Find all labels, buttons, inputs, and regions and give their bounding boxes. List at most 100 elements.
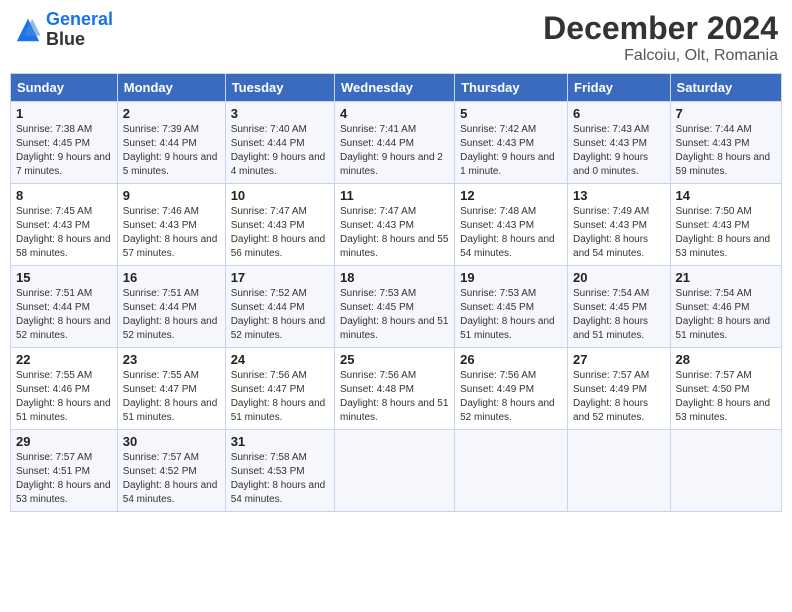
day-info: Sunrise: 7:47 AM Sunset: 4:43 PM Dayligh… bbox=[231, 205, 329, 261]
day-info: Sunrise: 7:47 AM Sunset: 4:43 PM Dayligh… bbox=[340, 205, 449, 261]
week-row-5: 29 Sunrise: 7:57 AM Sunset: 4:51 PM Dayl… bbox=[11, 430, 782, 512]
calendar-cell: 9 Sunrise: 7:46 AM Sunset: 4:43 PM Dayli… bbox=[117, 184, 225, 266]
calendar-cell: 31 Sunrise: 7:58 AM Sunset: 4:53 PM Dayl… bbox=[225, 430, 334, 512]
day-info: Sunrise: 7:54 AM Sunset: 4:46 PM Dayligh… bbox=[676, 287, 776, 343]
day-number: 11 bbox=[340, 188, 449, 203]
day-info: Sunrise: 7:56 AM Sunset: 4:49 PM Dayligh… bbox=[460, 369, 562, 425]
calendar-cell: 10 Sunrise: 7:47 AM Sunset: 4:43 PM Dayl… bbox=[225, 184, 334, 266]
day-info: Sunrise: 7:43 AM Sunset: 4:43 PM Dayligh… bbox=[573, 123, 665, 179]
header-wednesday: Wednesday bbox=[335, 74, 455, 102]
calendar-cell: 8 Sunrise: 7:45 AM Sunset: 4:43 PM Dayli… bbox=[11, 184, 118, 266]
calendar-cell: 1 Sunrise: 7:38 AM Sunset: 4:45 PM Dayli… bbox=[11, 102, 118, 184]
day-info: Sunrise: 7:53 AM Sunset: 4:45 PM Dayligh… bbox=[460, 287, 562, 343]
title-block: December 2024 Falcoiu, Olt, Romania bbox=[543, 10, 778, 65]
day-info: Sunrise: 7:51 AM Sunset: 4:44 PM Dayligh… bbox=[16, 287, 112, 343]
day-info: Sunrise: 7:48 AM Sunset: 4:43 PM Dayligh… bbox=[460, 205, 562, 261]
day-number: 2 bbox=[123, 106, 220, 121]
day-info: Sunrise: 7:54 AM Sunset: 4:45 PM Dayligh… bbox=[573, 287, 665, 343]
calendar-cell: 29 Sunrise: 7:57 AM Sunset: 4:51 PM Dayl… bbox=[11, 430, 118, 512]
day-number: 29 bbox=[16, 434, 112, 449]
day-number: 25 bbox=[340, 352, 449, 367]
calendar-title: December 2024 bbox=[543, 10, 778, 47]
calendar-cell: 21 Sunrise: 7:54 AM Sunset: 4:46 PM Dayl… bbox=[670, 266, 781, 348]
calendar-cell: 18 Sunrise: 7:53 AM Sunset: 4:45 PM Dayl… bbox=[335, 266, 455, 348]
calendar-cell: 6 Sunrise: 7:43 AM Sunset: 4:43 PM Dayli… bbox=[568, 102, 671, 184]
calendar-cell bbox=[455, 430, 568, 512]
calendar-cell bbox=[335, 430, 455, 512]
day-number: 9 bbox=[123, 188, 220, 203]
day-number: 6 bbox=[573, 106, 665, 121]
calendar-cell: 23 Sunrise: 7:55 AM Sunset: 4:47 PM Dayl… bbox=[117, 348, 225, 430]
day-info: Sunrise: 7:57 AM Sunset: 4:52 PM Dayligh… bbox=[123, 451, 220, 507]
calendar-cell: 11 Sunrise: 7:47 AM Sunset: 4:43 PM Dayl… bbox=[335, 184, 455, 266]
calendar-cell: 26 Sunrise: 7:56 AM Sunset: 4:49 PM Dayl… bbox=[455, 348, 568, 430]
day-number: 30 bbox=[123, 434, 220, 449]
day-number: 8 bbox=[16, 188, 112, 203]
day-number: 22 bbox=[16, 352, 112, 367]
week-row-2: 8 Sunrise: 7:45 AM Sunset: 4:43 PM Dayli… bbox=[11, 184, 782, 266]
day-number: 17 bbox=[231, 270, 329, 285]
header-monday: Monday bbox=[117, 74, 225, 102]
day-info: Sunrise: 7:42 AM Sunset: 4:43 PM Dayligh… bbox=[460, 123, 562, 179]
day-info: Sunrise: 7:44 AM Sunset: 4:43 PM Dayligh… bbox=[676, 123, 776, 179]
day-number: 31 bbox=[231, 434, 329, 449]
day-info: Sunrise: 7:45 AM Sunset: 4:43 PM Dayligh… bbox=[16, 205, 112, 261]
day-info: Sunrise: 7:50 AM Sunset: 4:43 PM Dayligh… bbox=[676, 205, 776, 261]
header-tuesday: Tuesday bbox=[225, 74, 334, 102]
day-info: Sunrise: 7:56 AM Sunset: 4:47 PM Dayligh… bbox=[231, 369, 329, 425]
day-info: Sunrise: 7:57 AM Sunset: 4:50 PM Dayligh… bbox=[676, 369, 776, 425]
day-info: Sunrise: 7:57 AM Sunset: 4:51 PM Dayligh… bbox=[16, 451, 112, 507]
calendar-cell: 24 Sunrise: 7:56 AM Sunset: 4:47 PM Dayl… bbox=[225, 348, 334, 430]
week-row-1: 1 Sunrise: 7:38 AM Sunset: 4:45 PM Dayli… bbox=[11, 102, 782, 184]
day-info: Sunrise: 7:57 AM Sunset: 4:49 PM Dayligh… bbox=[573, 369, 665, 425]
logo-icon bbox=[14, 16, 42, 44]
calendar-cell: 16 Sunrise: 7:51 AM Sunset: 4:44 PM Dayl… bbox=[117, 266, 225, 348]
calendar-cell: 20 Sunrise: 7:54 AM Sunset: 4:45 PM Dayl… bbox=[568, 266, 671, 348]
day-number: 12 bbox=[460, 188, 562, 203]
day-info: Sunrise: 7:39 AM Sunset: 4:44 PM Dayligh… bbox=[123, 123, 220, 179]
week-row-3: 15 Sunrise: 7:51 AM Sunset: 4:44 PM Dayl… bbox=[11, 266, 782, 348]
calendar-cell: 14 Sunrise: 7:50 AM Sunset: 4:43 PM Dayl… bbox=[670, 184, 781, 266]
calendar-cell: 2 Sunrise: 7:39 AM Sunset: 4:44 PM Dayli… bbox=[117, 102, 225, 184]
day-number: 13 bbox=[573, 188, 665, 203]
day-info: Sunrise: 7:46 AM Sunset: 4:43 PM Dayligh… bbox=[123, 205, 220, 261]
day-number: 7 bbox=[676, 106, 776, 121]
week-row-4: 22 Sunrise: 7:55 AM Sunset: 4:46 PM Dayl… bbox=[11, 348, 782, 430]
calendar-cell: 17 Sunrise: 7:52 AM Sunset: 4:44 PM Dayl… bbox=[225, 266, 334, 348]
day-number: 3 bbox=[231, 106, 329, 121]
day-info: Sunrise: 7:55 AM Sunset: 4:47 PM Dayligh… bbox=[123, 369, 220, 425]
day-number: 28 bbox=[676, 352, 776, 367]
day-info: Sunrise: 7:53 AM Sunset: 4:45 PM Dayligh… bbox=[340, 287, 449, 343]
day-info: Sunrise: 7:55 AM Sunset: 4:46 PM Dayligh… bbox=[16, 369, 112, 425]
calendar-cell: 5 Sunrise: 7:42 AM Sunset: 4:43 PM Dayli… bbox=[455, 102, 568, 184]
calendar-cell: 30 Sunrise: 7:57 AM Sunset: 4:52 PM Dayl… bbox=[117, 430, 225, 512]
day-info: Sunrise: 7:52 AM Sunset: 4:44 PM Dayligh… bbox=[231, 287, 329, 343]
calendar-cell: 15 Sunrise: 7:51 AM Sunset: 4:44 PM Dayl… bbox=[11, 266, 118, 348]
calendar-cell: 7 Sunrise: 7:44 AM Sunset: 4:43 PM Dayli… bbox=[670, 102, 781, 184]
day-info: Sunrise: 7:38 AM Sunset: 4:45 PM Dayligh… bbox=[16, 123, 112, 179]
day-number: 1 bbox=[16, 106, 112, 121]
header-friday: Friday bbox=[568, 74, 671, 102]
day-number: 18 bbox=[340, 270, 449, 285]
calendar-cell: 12 Sunrise: 7:48 AM Sunset: 4:43 PM Dayl… bbox=[455, 184, 568, 266]
day-number: 23 bbox=[123, 352, 220, 367]
calendar-cell bbox=[670, 430, 781, 512]
day-info: Sunrise: 7:58 AM Sunset: 4:53 PM Dayligh… bbox=[231, 451, 329, 507]
day-number: 10 bbox=[231, 188, 329, 203]
day-info: Sunrise: 7:40 AM Sunset: 4:44 PM Dayligh… bbox=[231, 123, 329, 179]
logo-text: General Blue bbox=[46, 10, 113, 50]
calendar-table: SundayMondayTuesdayWednesdayThursdayFrid… bbox=[10, 73, 782, 512]
header-saturday: Saturday bbox=[670, 74, 781, 102]
day-number: 24 bbox=[231, 352, 329, 367]
day-number: 16 bbox=[123, 270, 220, 285]
day-number: 15 bbox=[16, 270, 112, 285]
calendar-cell: 4 Sunrise: 7:41 AM Sunset: 4:44 PM Dayli… bbox=[335, 102, 455, 184]
day-info: Sunrise: 7:56 AM Sunset: 4:48 PM Dayligh… bbox=[340, 369, 449, 425]
day-number: 14 bbox=[676, 188, 776, 203]
page-header: General Blue December 2024 Falcoiu, Olt,… bbox=[10, 10, 782, 65]
calendar-cell: 28 Sunrise: 7:57 AM Sunset: 4:50 PM Dayl… bbox=[670, 348, 781, 430]
day-info: Sunrise: 7:51 AM Sunset: 4:44 PM Dayligh… bbox=[123, 287, 220, 343]
calendar-cell: 19 Sunrise: 7:53 AM Sunset: 4:45 PM Dayl… bbox=[455, 266, 568, 348]
day-number: 27 bbox=[573, 352, 665, 367]
header-thursday: Thursday bbox=[455, 74, 568, 102]
